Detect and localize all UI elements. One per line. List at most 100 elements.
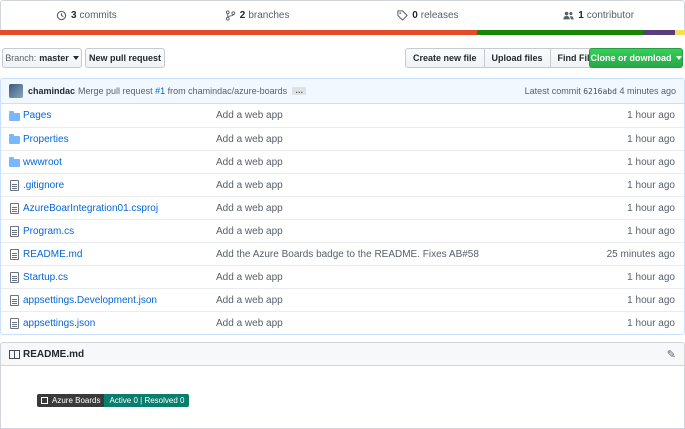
file-icon	[1, 202, 23, 214]
language-bar[interactable]	[0, 30, 685, 35]
branch-icon	[225, 10, 235, 21]
people-icon	[563, 11, 574, 20]
latest-commit-label: Latest commit	[524, 86, 581, 96]
commits-stat[interactable]: 3 commits	[1, 1, 172, 30]
language-segment[interactable]	[675, 30, 685, 35]
file-commit-message[interactable]: Add a web app	[216, 180, 584, 191]
readme-header: README.md ✎	[0, 342, 685, 366]
file-icon	[1, 179, 23, 191]
language-segment[interactable]	[643, 30, 676, 35]
file-name-link[interactable]: Pages	[23, 110, 216, 121]
file-icon	[1, 317, 23, 329]
history-icon	[56, 10, 67, 21]
file-name-link[interactable]: wwwroot	[23, 157, 216, 168]
file-commit-message[interactable]: Add a web app	[216, 110, 584, 121]
avatar[interactable]	[9, 84, 23, 98]
file-commit-message[interactable]: Add a web app	[216, 226, 584, 237]
file-actions-group: Create new file Upload files Find File	[405, 48, 603, 68]
table-row: AzureBoarIntegration01.csproj Add a web a…	[1, 196, 684, 219]
commit-message-prefix: Merge pull request	[78, 86, 153, 96]
file-age: 1 hour ago	[627, 271, 675, 283]
latest-commit-info: Latest commit 6216abd 4 minutes ago	[525, 86, 676, 96]
commit-message[interactable]: Merge pull request #1 from chamindac/azu…	[78, 86, 287, 96]
upload-files-button[interactable]: Upload files	[483, 48, 551, 68]
branches-label: branches	[248, 10, 290, 21]
pr-link[interactable]: #1	[155, 86, 165, 96]
contributors-label: contributor	[586, 10, 635, 21]
file-commit-message[interactable]: Add a web app	[216, 134, 584, 145]
table-row: appsettings.Development.json Add a web ap…	[1, 288, 684, 311]
file-age: 1 hour ago	[627, 179, 675, 191]
file-name-link[interactable]: README.md	[23, 249, 216, 260]
chevron-down-icon	[675, 56, 682, 60]
commits-label: commits	[79, 10, 117, 21]
branches-stat[interactable]: 2 branches	[172, 1, 343, 30]
contributors-stat[interactable]: 1 contributor	[513, 1, 684, 30]
file-commit-message[interactable]: Add a web app	[216, 203, 584, 214]
chevron-down-icon	[72, 56, 79, 60]
file-list: Pages Add a web app 1 hour ago Properties Ad…	[0, 104, 685, 335]
releases-label: releases	[420, 10, 459, 21]
clone-download-button[interactable]: Clone or download	[589, 48, 683, 68]
new-pull-request-button[interactable]: New pull request	[85, 48, 165, 68]
file-name-link[interactable]: AzureBoarIntegration01.csproj	[23, 203, 216, 214]
commits-count: 3	[70, 10, 77, 21]
table-row: Program.cs Add a web app 1 hour ago	[1, 219, 684, 242]
folder-icon	[1, 157, 23, 167]
folder-icon	[1, 110, 23, 121]
latest-commit-bar: chamindac Merge pull request #1 from cha…	[0, 78, 685, 104]
contributors-count: 1	[578, 10, 584, 21]
badge-right-text: Active 0 | Resolved 0	[104, 394, 190, 407]
file-commit-message[interactable]: Add a web app	[216, 318, 584, 329]
file-commit-message[interactable]: Add a web app	[216, 157, 584, 168]
file-name-link[interactable]: appsettings.Development.json	[23, 295, 216, 306]
azure-boards-icon	[41, 397, 48, 404]
file-name-link[interactable]: appsettings.json	[23, 318, 216, 329]
commit-message-suffix: from chamindac/azure-boards	[167, 86, 288, 96]
file-name-link[interactable]: Startup.cs	[23, 272, 216, 283]
file-icon	[1, 248, 23, 260]
file-commit-message[interactable]: Add a web app	[216, 272, 584, 283]
language-segment[interactable]	[0, 30, 478, 35]
file-age: 1 hour ago	[627, 317, 675, 329]
pencil-icon[interactable]: ✎	[667, 348, 676, 361]
azure-boards-badge[interactable]: Azure Boards Active 0 | Resolved 0	[37, 394, 190, 407]
create-new-file-button[interactable]: Create new file	[405, 48, 485, 68]
branch-select-value: master	[39, 53, 69, 63]
branches-count: 2	[239, 10, 246, 21]
folder-icon	[1, 134, 23, 144]
commit-sha[interactable]: 6216abd	[583, 87, 617, 96]
releases-count: 0	[412, 10, 418, 21]
table-row: .gitignore Add a web app 1 hour ago	[1, 173, 684, 196]
file-age: 1 hour ago	[627, 202, 675, 214]
clone-download-label: Clone or download	[590, 53, 672, 63]
file-name-link[interactable]: .gitignore	[23, 180, 216, 191]
commit-author[interactable]: chamindac	[28, 86, 75, 96]
table-row: README.md Add the Azure Boards badge to t…	[1, 242, 684, 265]
branch-select-button[interactable]: Branch: master	[2, 48, 82, 68]
expand-message-button[interactable]: …	[292, 87, 307, 95]
language-segment[interactable]	[477, 30, 644, 35]
table-row: appsettings.json Add a web app 1 hour ago	[1, 311, 684, 334]
releases-stat[interactable]: 0 releases	[343, 1, 514, 30]
branch-select-label: Branch:	[5, 53, 37, 63]
commit-age: 4 minutes ago	[619, 86, 676, 96]
file-name-link[interactable]: Properties	[23, 134, 216, 145]
file-name-link[interactable]: Program.cs	[23, 226, 216, 237]
readme-body: Azure Boards Active 0 | Resolved 0	[0, 366, 685, 429]
table-row: Startup.cs Add a web app 1 hour ago	[1, 265, 684, 288]
file-age: 1 hour ago	[627, 156, 675, 168]
file-age: 25 minutes ago	[606, 248, 675, 260]
file-icon	[1, 294, 23, 306]
badge-left-text: Azure Boards	[52, 396, 101, 405]
file-age: 1 hour ago	[627, 294, 675, 306]
badge-left: Azure Boards	[37, 394, 105, 407]
file-age: 1 hour ago	[627, 225, 675, 237]
file-commit-message[interactable]: Add a web app	[216, 295, 584, 306]
tag-icon	[397, 10, 408, 21]
table-row: wwwroot Add a web app 1 hour ago	[1, 150, 684, 173]
file-icon	[1, 271, 23, 283]
file-commit-message[interactable]: Add the Azure Boards badge to the README…	[216, 249, 584, 260]
book-icon	[9, 349, 20, 359]
file-age: 1 hour ago	[627, 133, 675, 145]
